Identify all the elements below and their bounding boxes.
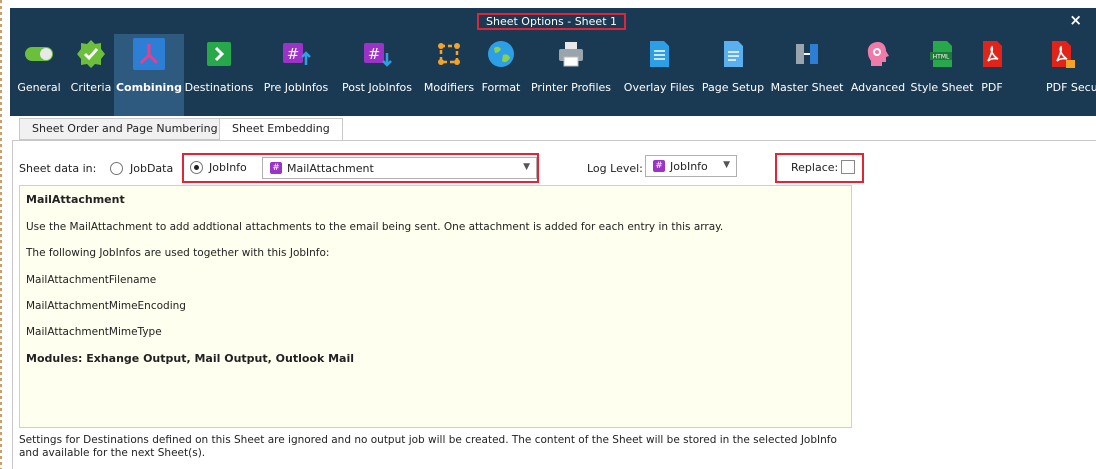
description-jobinfo-item: MailAttachmentMimeEncoding <box>26 300 186 312</box>
replace-highlight-box: Replace: <box>775 153 864 183</box>
toolbar-label: General <box>17 81 61 94</box>
badge-check-icon <box>75 38 107 70</box>
tab-sheet-order-and-page-numbering[interactable]: Sheet Order and Page Numbering <box>19 118 231 140</box>
pdf-icon <box>976 38 1008 70</box>
tab-sheet-embedding[interactable]: Sheet Embedding <box>219 118 343 141</box>
description-text: The following JobInfos are used together… <box>26 247 330 259</box>
toolbar-item-advanced[interactable]: Advanced <box>848 34 908 116</box>
toolbar-label: Combining <box>115 81 183 94</box>
toolbar-label: Advanced <box>850 81 906 94</box>
sheet-data-in-label: Sheet data in: <box>19 162 97 175</box>
toolbar-label: Criteria <box>70 81 112 94</box>
jobinfo-select-value: MailAttachment <box>287 162 374 175</box>
toolbar-item-printer-profiles[interactable]: Printer Profiles <box>526 34 616 116</box>
page-icon <box>717 38 749 70</box>
log-level-select[interactable]: # JobInfo ▼ <box>645 155 737 177</box>
replace-label: Replace: <box>791 161 839 174</box>
hash-icon: # <box>653 160 665 172</box>
jobinfo-radio[interactable] <box>190 161 203 174</box>
html-file-icon: HTML <box>926 38 958 70</box>
toolbar-label: Page Setup <box>701 81 765 94</box>
toolbar-label: Pre JobInfos <box>263 81 329 94</box>
toolbar-item-criteria[interactable]: Criteria <box>68 34 114 116</box>
toolbar-item-format[interactable]: Format <box>478 34 524 116</box>
toolbar-label: Destinations <box>184 81 254 94</box>
master-sheet-icon <box>791 38 823 70</box>
description-modules: Modules: Exhange Output, Mail Output, Ou… <box>26 352 355 365</box>
embedding-note: Settings for Destinations defined on thi… <box>19 434 919 460</box>
toolbar-item-pdf-security[interactable]: PDF Security <box>1016 34 1096 116</box>
jobinfo-radio-label: JobInfo <box>209 161 247 174</box>
embedding-note-line: Settings for Destinations defined on thi… <box>19 434 837 446</box>
globe-icon <box>485 38 517 70</box>
toolbar-label: Format <box>481 81 521 94</box>
toolbar-item-pre-jobinfos[interactable]: # Pre JobInfos <box>257 34 335 116</box>
jobdata-radio[interactable] <box>110 162 123 175</box>
chevron-down-icon[interactable]: ▼ <box>523 162 530 172</box>
toolbar-label: Modifiers <box>423 81 475 94</box>
toolbar-label: PDF <box>981 81 1003 94</box>
toolbar-label: Overlay Files <box>623 81 695 94</box>
arrow-right-box-icon <box>203 38 235 70</box>
toolbar-item-destinations[interactable]: Destinations <box>184 34 254 116</box>
toolbar-item-combining[interactable]: Combining <box>114 34 184 116</box>
toolbar: General Criteria Combining Destinations … <box>10 34 1096 116</box>
toolbar-label: Post JobInfos <box>341 81 413 94</box>
toolbar-item-modifiers[interactable]: Modifiers <box>420 34 478 116</box>
log-level-select-value: JobInfo <box>670 160 708 173</box>
jobinfo-highlight-box: JobInfo # MailAttachment ▼ <box>182 153 539 183</box>
modifiers-icon <box>433 38 465 70</box>
left-guide-line <box>0 0 2 469</box>
toolbar-label: PDF Security <box>1046 81 1096 94</box>
svg-text:#: # <box>287 45 300 63</box>
description-text: Use the MailAttachment to add addtional … <box>26 221 724 233</box>
toolbar-item-pdf[interactable]: PDF <box>972 34 1012 116</box>
hash-icon: # <box>270 162 282 174</box>
hash-down-icon: # <box>361 38 393 70</box>
chevron-down-icon[interactable]: ▼ <box>723 160 730 170</box>
svg-text:#: # <box>368 45 381 63</box>
log-level-label: Log Level: <box>587 162 643 175</box>
pdf-lock-icon <box>1046 38 1078 70</box>
close-icon[interactable]: × <box>1069 11 1082 29</box>
head-gear-icon <box>862 38 894 70</box>
toolbar-label: Style Sheet <box>910 81 974 94</box>
description-jobinfo-item: MailAttachmentFilename <box>26 274 157 286</box>
window-title: Sheet Options - Sheet 1 <box>477 13 627 30</box>
title-bar: Sheet Options - Sheet 1 × <box>10 8 1096 34</box>
description-jobinfo-item: MailAttachmentMimeType <box>26 326 162 338</box>
toolbar-item-general[interactable]: General <box>10 34 68 116</box>
toolbar-item-post-jobinfos[interactable]: # Post JobInfos <box>337 34 417 116</box>
overlay-file-icon <box>643 38 675 70</box>
sheet-embedding-panel: Sheet data in: JobData JobInfo # MailAtt… <box>12 140 1096 469</box>
toolbar-item-overlay-files[interactable]: Overlay Files <box>620 34 698 116</box>
description-title: MailAttachment <box>26 193 125 206</box>
toolbar-item-master-sheet[interactable]: Master Sheet <box>768 34 846 116</box>
toolbar-item-style-sheet[interactable]: HTML Style Sheet <box>910 34 974 116</box>
printer-icon <box>555 38 587 70</box>
svg-text:HTML: HTML <box>933 54 950 61</box>
replace-checkbox[interactable] <box>841 160 855 174</box>
jobinfo-select[interactable]: # MailAttachment ▼ <box>262 157 537 179</box>
jobdata-radio-label: JobData <box>130 162 174 175</box>
embedding-note-line: and available for the next Sheet(s). <box>19 447 206 459</box>
toolbar-item-page-setup[interactable]: Page Setup <box>700 34 766 116</box>
toggle-icon <box>23 38 55 70</box>
jobinfo-description-box: MailAttachment Use the MailAttachment to… <box>19 185 852 428</box>
toolbar-label: Master Sheet <box>770 81 844 94</box>
hash-up-icon: # <box>280 38 312 70</box>
toolbar-label: Printer Profiles <box>530 81 612 94</box>
combine-arrows-icon <box>133 38 165 70</box>
sheet-options-content: Sheet Order and Page Numbering Sheet Emb… <box>10 116 1096 469</box>
